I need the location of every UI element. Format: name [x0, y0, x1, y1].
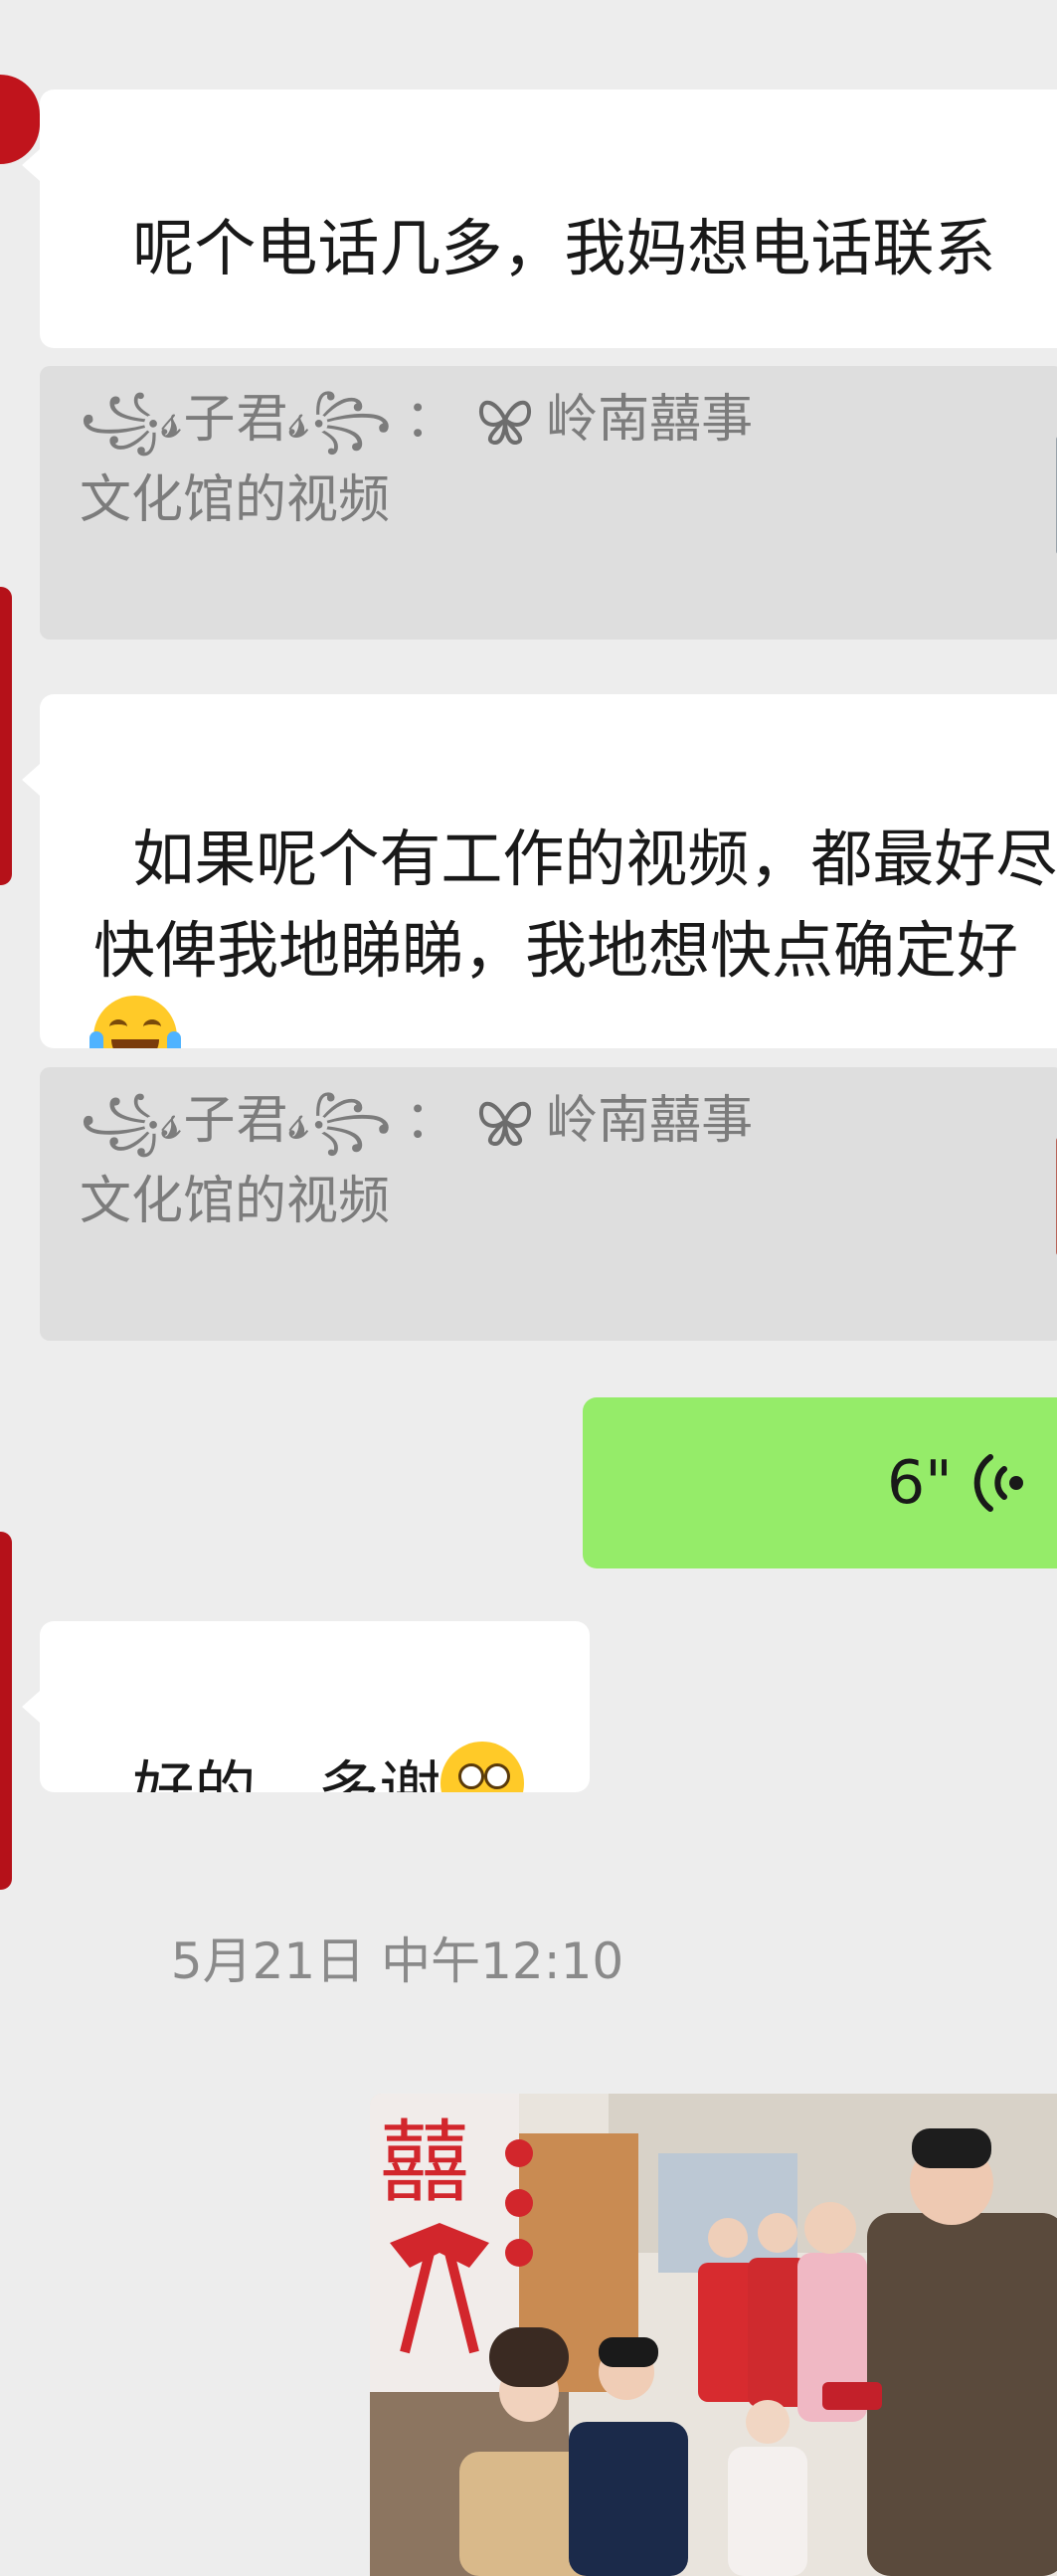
- butterfly-icon: [479, 1102, 532, 1147]
- message-bubble[interactable]: 如果呢个有工作的视频，都最好尽快俾我地睇睇，我地想快点确定好: [40, 694, 1057, 1048]
- avatar-edge-decoration: [0, 587, 12, 885]
- tears-of-joy-emoji: [89, 996, 181, 1048]
- butterfly-icon: [479, 401, 532, 446]
- quote-colon: ：: [405, 1091, 457, 1151]
- wedding-photo-image: 囍: [370, 2094, 1057, 2576]
- thinking-emoji: [440, 1741, 525, 1792]
- message-text: 呢个电话几多，我妈想电话联系: [132, 211, 996, 284]
- quote-sender: ꧁𝓼子君𝓼꧂: [80, 390, 394, 450]
- quoted-message[interactable]: ꧁𝓼子君𝓼꧂ ： 岭南囍事 文化馆的视频: [40, 1067, 1057, 1341]
- message-text: 如果呢个有工作的视频，都最好尽快俾我地睇睇，我地想快点确定好: [93, 822, 1057, 987]
- voice-duration: 6": [887, 1448, 953, 1518]
- bubble-tail: [22, 149, 40, 181]
- avatar-edge-decoration: [0, 1532, 12, 1890]
- svg-text:囍: 囍: [380, 2111, 469, 2215]
- quote-source: 岭南囍事: [546, 390, 754, 450]
- message-bubble[interactable]: 呢个电话几多，我妈想电话联系: [40, 90, 1057, 348]
- quote-colon: ：: [405, 390, 457, 450]
- quote-source: 岭南囍事: [546, 1091, 754, 1151]
- voice-message[interactable]: 6": [583, 1397, 1057, 1568]
- bubble-tail: [22, 764, 40, 796]
- bubble-tail: [22, 1691, 40, 1723]
- quoted-message[interactable]: ꧁𝓼子君𝓼꧂ ： 岭南囍事 文化馆的视频: [40, 366, 1057, 640]
- quote-sender: ꧁𝓼子君𝓼꧂: [80, 1091, 394, 1151]
- voice-wave-icon: [973, 1454, 1023, 1512]
- quote-title: 文化馆的视频: [80, 1171, 391, 1231]
- message-bubble[interactable]: 好的，多谢: [40, 1621, 590, 1792]
- chat-timestamp: 5月21日 中午12:10: [170, 1932, 624, 1990]
- quote-title: 文化馆的视频: [80, 469, 391, 530]
- message-text: 好的，多谢: [132, 1752, 441, 1792]
- photo-message[interactable]: 囍: [370, 2094, 1057, 2576]
